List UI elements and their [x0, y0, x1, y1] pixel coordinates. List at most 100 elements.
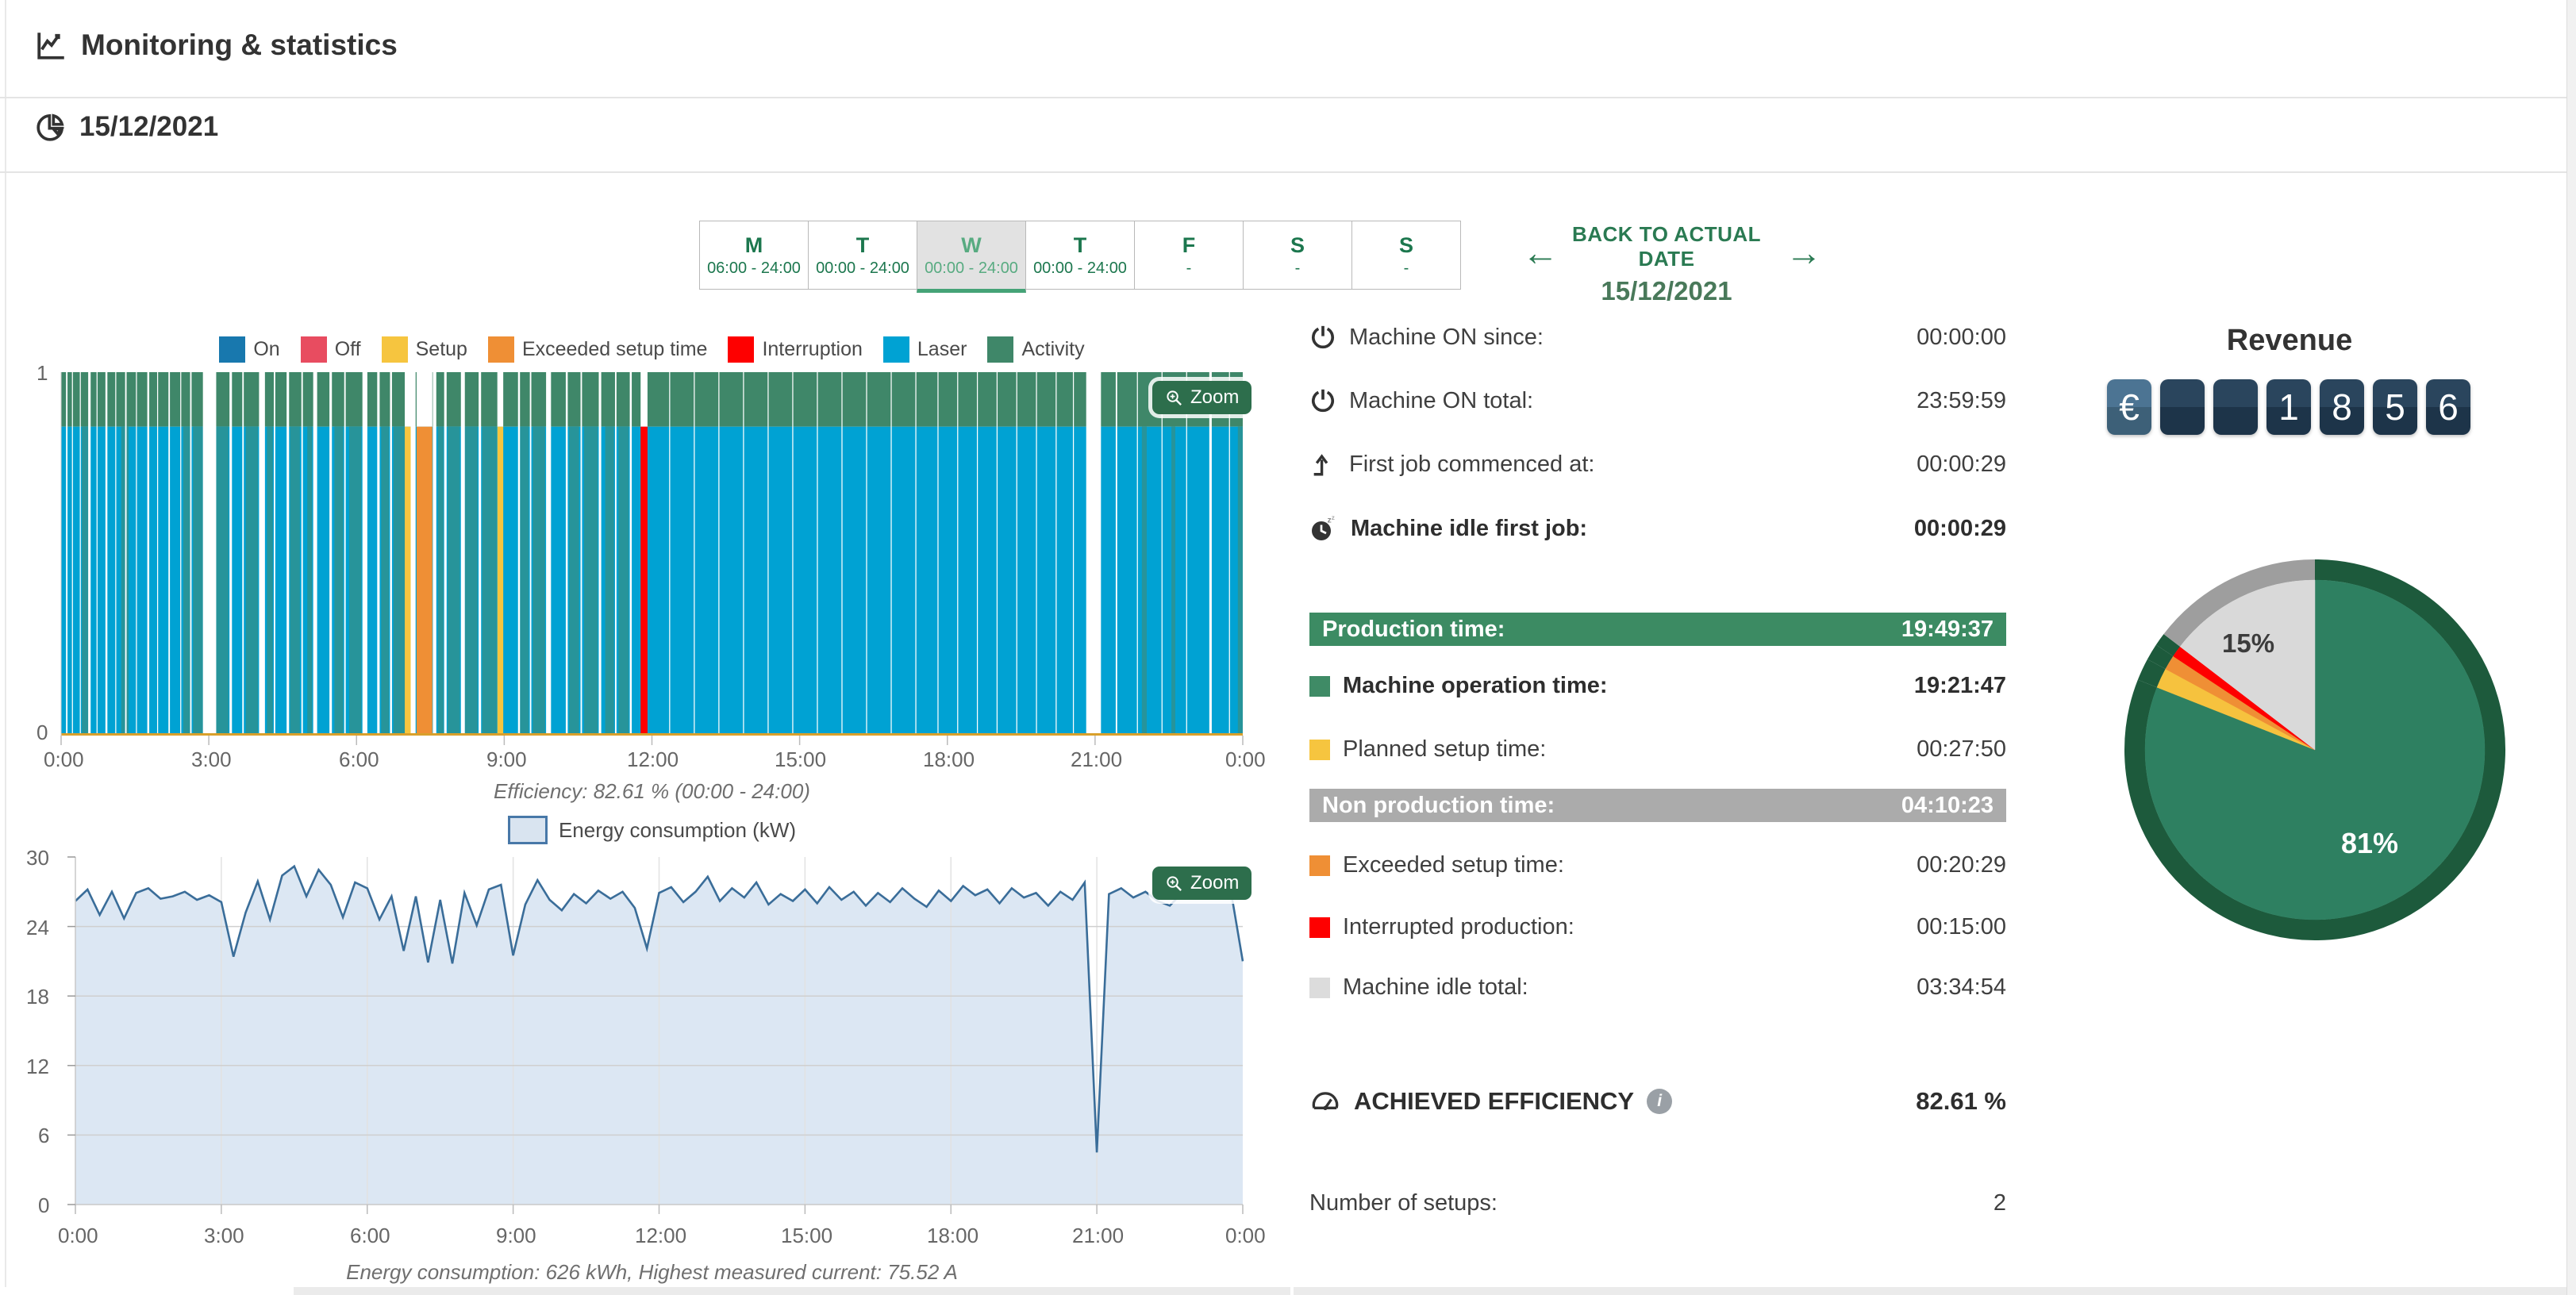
tab-wednesday-selected[interactable]: W00:00 - 24:00: [917, 221, 1026, 293]
timeline-x-6: 18:00: [923, 747, 975, 772]
magnifier-plus-icon: [1165, 874, 1183, 893]
setup-swatch: [382, 336, 408, 363]
pie-label-idle: 15%: [2222, 628, 2274, 659]
svg-text:z: z: [1332, 514, 1335, 521]
next-row-gap: [0, 1287, 294, 1295]
legend-item-on: On: [219, 336, 279, 363]
page-scrollbar[interactable]: [2566, 0, 2576, 1295]
week-day-tabs: M06:00 - 24:00 T00:00 - 24:00 W00:00 - 2…: [700, 221, 1461, 293]
stat-number-of-setups: Number of setups:2: [1309, 1190, 2006, 1216]
machine-state-timeline-chart[interactable]: [61, 372, 1243, 736]
operation-swatch: [1309, 676, 1330, 697]
magnifier-plus-icon: [1165, 389, 1183, 407]
energy-legend-label: Energy consumption (kW): [559, 818, 796, 843]
energy-y-12: 12: [26, 1055, 49, 1079]
stat-machine-operation-time: Machine operation time:19:21:47: [1309, 673, 2006, 699]
legend-item-activity: Activity: [987, 336, 1084, 363]
nav-current-date: 15/12/2021: [1551, 276, 1782, 306]
laser-swatch: [883, 336, 909, 363]
idle-clock-icon: zz: [1309, 514, 1338, 543]
timeline-x-3: 9:00: [486, 747, 527, 772]
page-title: Monitoring & statistics: [81, 29, 398, 62]
energy-x-3: 9:00: [496, 1224, 536, 1248]
energy-x-1: 3:00: [204, 1224, 244, 1248]
timeline-x-7: 21:00: [1071, 747, 1122, 772]
timeline-x-2: 6:00: [339, 747, 379, 772]
next-day-arrow[interactable]: →: [1786, 234, 1822, 271]
revenue-title: Revenue: [2107, 324, 2472, 358]
interrupted-swatch: [1309, 917, 1330, 938]
energy-x-7: 21:00: [1072, 1224, 1124, 1248]
tab-friday[interactable]: F-: [1134, 221, 1244, 290]
legend-item-laser: Laser: [883, 336, 967, 363]
info-icon[interactable]: i: [1647, 1089, 1672, 1114]
energy-x-2: 6:00: [350, 1224, 390, 1248]
energy-x-6: 18:00: [927, 1224, 978, 1248]
tab-monday[interactable]: M06:00 - 24:00: [699, 221, 809, 290]
energy-legend: Energy consumption (kW): [61, 816, 1243, 844]
timeline-x-1: 3:00: [191, 747, 232, 772]
revenue-digit-tile: 8: [2320, 379, 2364, 435]
stat-machine-on-since: Machine ON since:00:00:00: [1309, 324, 2006, 351]
pie-chart-icon: [35, 111, 67, 143]
stat-idle-first-job: zz Machine idle first job:00:00:29: [1309, 514, 2006, 543]
legend-item-exceeded: Exceeded setup time: [488, 336, 707, 363]
revenue-digit-tile: [2213, 379, 2258, 435]
energy-zoom-button[interactable]: Zoom: [1152, 867, 1251, 900]
timeline-x-5: 15:00: [775, 747, 826, 772]
tab-tuesday[interactable]: T00:00 - 24:00: [808, 221, 917, 290]
exceeded-setup-swatch: [1309, 855, 1330, 876]
planned-setup-swatch: [1309, 740, 1330, 760]
exceeded-swatch: [488, 336, 514, 363]
production-time-bar: Production time:19:49:37: [1309, 613, 2006, 646]
power-icon: [1309, 324, 1336, 351]
energy-y-0: 0: [38, 1193, 49, 1218]
energy-y-30: 30: [26, 846, 49, 870]
stat-achieved-efficiency: ACHIEVED EFFICIENCY i 82.61 %: [1309, 1086, 2006, 1117]
energy-x-5: 15:00: [781, 1224, 832, 1248]
energy-consumption-chart[interactable]: [75, 857, 1243, 1205]
non-production-time-bar: Non production time:04:10:23: [1309, 789, 2006, 822]
revenue-digit-tile: [2160, 379, 2205, 435]
energy-swatch: [508, 816, 548, 844]
efficiency-caption: Efficiency: 82.61 % (00:00 - 24:00): [61, 779, 1243, 804]
back-to-actual-date[interactable]: BACK TO ACTUAL DATE 15/12/2021: [1551, 222, 1782, 306]
on-swatch: [219, 336, 245, 363]
tab-thursday[interactable]: T00:00 - 24:00: [1025, 221, 1135, 290]
off-swatch: [301, 336, 327, 363]
energy-x-4: 12:00: [635, 1224, 686, 1248]
next-row-cards-top: [0, 1287, 2576, 1295]
energy-y-18: 18: [26, 985, 49, 1009]
revenue-currency-tile: €: [2107, 379, 2151, 435]
timeline-zoom-button[interactable]: Zoom: [1152, 381, 1251, 414]
stat-machine-on-total: Machine ON total:23:59:59: [1309, 387, 2006, 414]
gauge-icon: [1309, 1086, 1341, 1117]
time-share-pie-chart[interactable]: [2109, 544, 2521, 956]
back-to-actual-date-label: BACK TO ACTUAL DATE: [1551, 222, 1782, 271]
power-icon: [1309, 387, 1336, 414]
job-start-arrow-icon: [1309, 451, 1336, 478]
idle-total-swatch: [1309, 978, 1330, 998]
revenue-digit-tile: 6: [2426, 379, 2470, 435]
energy-x-8: 0:00: [1225, 1224, 1266, 1248]
revenue-digit-tile: 1: [2266, 379, 2311, 435]
energy-y-24: 24: [26, 916, 49, 940]
revenue-digit-tile: 5: [2373, 379, 2417, 435]
stat-exceeded-setup-time: Exceeded setup time:00:20:29: [1309, 852, 2006, 878]
legend-item-setup: Setup: [382, 336, 467, 363]
timeline-y-min: 0: [37, 721, 48, 745]
monitoring-page: Monitoring & statistics 15/12/2021 M06:0…: [0, 0, 2576, 1295]
energy-caption: Energy consumption: 626 kWh, Highest mea…: [61, 1260, 1243, 1285]
page-title-row: Monitoring & statistics: [35, 29, 398, 62]
timeline-x-0: 0:00: [44, 747, 84, 772]
timeline-x-8: 0:00: [1225, 747, 1266, 772]
stat-interrupted-production: Interrupted production:00:15:00: [1309, 914, 2006, 940]
tab-sunday[interactable]: S-: [1351, 221, 1461, 290]
date-row: 15/12/2021: [35, 111, 218, 143]
activity-swatch: [987, 336, 1013, 363]
timeline-x-4: 12:00: [627, 747, 679, 772]
card-left-border: [5, 0, 6, 1295]
timeline-y-max: 1: [37, 361, 48, 386]
next-row-divider: [1290, 1287, 1294, 1295]
tab-saturday[interactable]: S-: [1243, 221, 1352, 290]
